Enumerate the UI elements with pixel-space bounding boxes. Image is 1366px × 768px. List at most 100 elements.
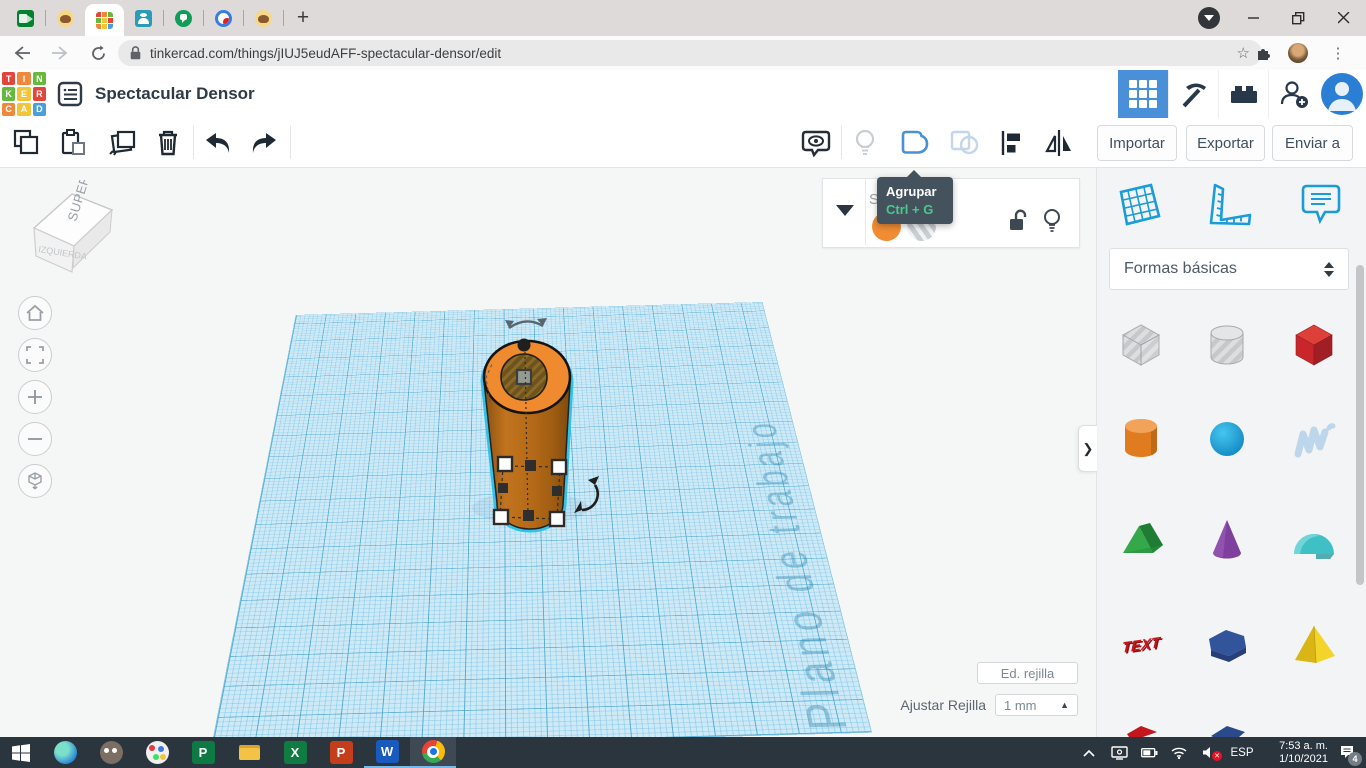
tab-tinkercad-active[interactable] (85, 4, 124, 36)
corner-scale-handle[interactable] (494, 510, 508, 524)
visibility-toggle[interactable] (1039, 207, 1065, 235)
tab-separator (283, 10, 284, 26)
extensions-button[interactable] (1250, 40, 1278, 66)
dashboard-button[interactable] (1118, 70, 1168, 118)
hide-button[interactable] (847, 125, 883, 161)
arrowhead (588, 476, 599, 485)
tab-hangouts[interactable] (164, 0, 203, 36)
undo-button[interactable] (200, 125, 236, 161)
fit-view-button[interactable] (18, 338, 52, 372)
export-button[interactable]: Exportar (1186, 125, 1265, 161)
battery-icon (1141, 748, 1158, 758)
powerpoint-icon: P (330, 741, 353, 764)
view-cube[interactable]: SUPERIOR IZQUIERDA (20, 180, 124, 280)
hidden-icons-button[interactable] (1076, 737, 1102, 768)
reload-button[interactable] (84, 39, 112, 67)
taskbar-excel[interactable]: X (272, 737, 318, 768)
invite-button[interactable] (1268, 70, 1318, 118)
taskbar-powerpoint[interactable]: P (318, 737, 364, 768)
browser-menu-button[interactable]: ⋮ (1324, 40, 1352, 66)
delete-button[interactable] (150, 125, 186, 161)
logo-tile: T (2, 72, 15, 85)
tab-meet[interactable] (6, 0, 45, 36)
send-to-button[interactable]: Enviar a (1272, 125, 1353, 161)
show-all-button[interactable] (798, 125, 834, 161)
corner-scale-handle[interactable] (552, 460, 566, 474)
tab-contacts[interactable] (124, 0, 163, 36)
start-button[interactable] (0, 737, 42, 768)
taskbar-edge[interactable] (42, 737, 88, 768)
taskbar-paint3d[interactable] (134, 737, 180, 768)
group-button[interactable] (896, 125, 932, 161)
paste-button[interactable] (54, 125, 90, 161)
new-tab-button[interactable]: + (288, 3, 318, 33)
bookmark-star-icon[interactable]: ☆ (1237, 44, 1250, 62)
corner-scale-handle[interactable] (550, 512, 564, 526)
close-button[interactable] (1321, 0, 1366, 36)
align-button[interactable] (993, 125, 1029, 161)
back-button[interactable] (8, 39, 36, 67)
ungroup-button[interactable] (945, 125, 981, 161)
inspector-collapse-caret[interactable] (836, 205, 854, 216)
tab-emoji[interactable] (46, 0, 85, 36)
edge-scale-handle[interactable] (498, 483, 508, 493)
edge-scale-handle[interactable] (523, 510, 534, 521)
chevron-down-icon (1198, 7, 1220, 29)
tab-currents[interactable] (204, 0, 243, 36)
edit-toolbar: Importar Exportar Enviar a (0, 118, 1366, 168)
clock[interactable]: 7:53 a. m. 1/10/2021 (1262, 740, 1328, 766)
unlock-icon (1007, 209, 1029, 233)
minecraft-export-button[interactable] (1168, 70, 1218, 118)
url-field[interactable]: tinkercad.com/things/jIUJ5eudAFF-spectac… (118, 40, 1262, 66)
zoom-in-button[interactable] (18, 380, 52, 414)
home-view-button[interactable] (18, 296, 52, 330)
height-handle[interactable] (518, 339, 531, 352)
caret-up-icon: ▲ (1060, 700, 1069, 710)
viewport: Plano de trabajo SUPERIOR IZQUIERDA Agru… (0, 168, 1366, 737)
redo-button[interactable] (246, 125, 282, 161)
contacts-icon (135, 10, 152, 27)
language-indicator[interactable]: ESP (1226, 747, 1258, 759)
lock-toggle[interactable] (1005, 207, 1031, 235)
wifi-button[interactable] (1166, 737, 1192, 768)
bulb-icon (1042, 208, 1062, 234)
browser-avatar[interactable] (1284, 40, 1312, 66)
edge-scale-handle[interactable] (552, 486, 562, 496)
zoom-out-button[interactable] (18, 422, 52, 456)
volume-button[interactable]: ✕ (1196, 737, 1222, 768)
snap-grid-select[interactable]: 1 mm ▲ (995, 694, 1078, 716)
taskbar-gimp[interactable] (88, 737, 134, 768)
grid-icon (1129, 80, 1157, 108)
logo-tile: R (33, 87, 46, 100)
action-center-button[interactable]: 4 (1332, 737, 1362, 768)
edit-grid-button[interactable]: Ed. rejilla (977, 662, 1078, 684)
battery-button[interactable] (1136, 737, 1162, 768)
tab-emoji-2[interactable] (244, 0, 283, 36)
browser-profile-button[interactable] (1186, 0, 1231, 36)
sidebar-collapse-button[interactable]: ❯ (1078, 425, 1097, 472)
duplicate-button[interactable] (102, 125, 138, 161)
taskbar-publisher[interactable]: P (180, 737, 226, 768)
taskbar-word[interactable]: W (364, 737, 410, 768)
corner-scale-handle[interactable] (498, 457, 512, 471)
top-scale-handle[interactable] (517, 370, 531, 384)
copy-button[interactable] (8, 125, 44, 161)
design-menu-button[interactable] (57, 81, 83, 107)
logo-tile: C (2, 103, 15, 116)
mirror-button[interactable] (1041, 125, 1077, 161)
cast-button[interactable] (1106, 737, 1132, 768)
selected-shape-cylinder[interactable] (472, 318, 599, 529)
taskbar-explorer[interactable] (226, 737, 272, 768)
muted-badge-icon: ✕ (1212, 751, 1222, 761)
tinkercad-logo[interactable]: TIN KER CAD (0, 70, 48, 118)
minimize-button[interactable] (1231, 0, 1276, 36)
edge-scale-handle[interactable] (525, 460, 536, 471)
brick-export-button[interactable] (1218, 70, 1268, 118)
forward-button[interactable] (46, 39, 74, 67)
account-avatar[interactable] (1318, 70, 1366, 118)
maximize-button[interactable] (1276, 0, 1321, 36)
rotate-handle-top[interactable] (509, 321, 543, 328)
taskbar-chrome-active[interactable] (410, 737, 456, 768)
perspective-toggle-button[interactable] (18, 464, 52, 498)
import-button[interactable]: Importar (1097, 125, 1177, 161)
